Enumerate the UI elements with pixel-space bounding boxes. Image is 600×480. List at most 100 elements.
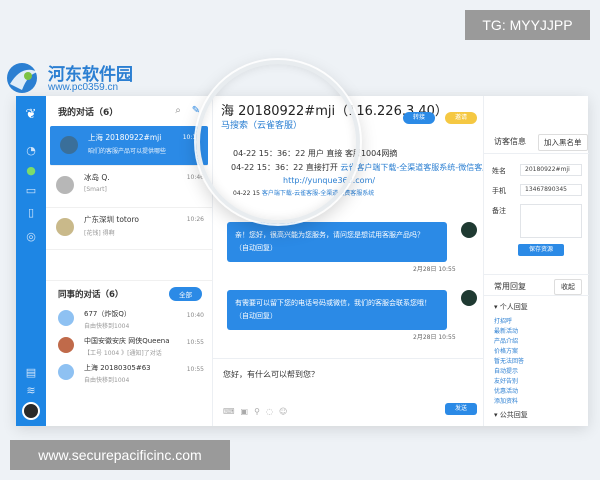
wechat-icon[interactable]: ● — [24, 164, 38, 178]
emoji-icon[interactable]: ☺ — [279, 407, 293, 416]
blacklist-button[interactable]: 加入黑名单 — [538, 134, 588, 151]
quick-reply-item[interactable]: 友好告别 — [494, 376, 518, 385]
colleague-conversations-title: 同事的对话（6） — [58, 289, 124, 300]
message-composer[interactable]: 您好，有什么可以帮到您？ ⌨▣⚲◌☺ 发送 — [213, 358, 483, 426]
group-label: 公共回复 — [499, 411, 528, 419]
chat-icon[interactable]: ◔ — [24, 144, 38, 158]
system-line-time: 04-22 15 — [233, 190, 260, 197]
phone-field[interactable]: 13467890345 — [520, 184, 582, 196]
site-logo: 河东软件园 www.pc0359.cn — [4, 58, 154, 98]
system-line-text: 直接 客服1004网摘 — [326, 149, 398, 158]
send-button[interactable]: 发送 — [445, 403, 477, 415]
public-reply-group[interactable]: ▾ 公共回复 — [494, 410, 528, 420]
quick-reply-item[interactable]: 价格方案 — [494, 346, 518, 355]
colleague-conversation-item[interactable]: 中国安徽安庆 网侠Queena 【工号 1004 》[通知]了对话 10:55 — [46, 333, 212, 360]
system-line-link[interactable]: http:// — [283, 176, 308, 185]
save-button[interactable]: 保存资源 — [518, 244, 564, 256]
conversation-preview: 自由快移到1004 — [84, 377, 130, 384]
field-label: 手机 — [492, 187, 506, 195]
message-icon[interactable]: ▭ — [24, 184, 38, 198]
screenshot-page: TG: MYYJJPP 河东软件园 www.pc0359.cn ❦ ◔ ● ▭ … — [0, 0, 600, 480]
chat-history-icon[interactable]: ◌ — [266, 407, 279, 416]
conversation-item[interactable]: 冰岛 Q. [Smart] 10:46 — [46, 166, 212, 208]
layers-icon[interactable]: ≋ — [24, 384, 38, 398]
group-label: 个人回复 — [499, 303, 528, 311]
agent-avatar — [461, 222, 477, 238]
watermark-top: TG: MYYJJPP — [465, 10, 590, 40]
system-line: http://yunque360.com/ — [283, 176, 375, 185]
user-avatar[interactable] — [22, 402, 40, 420]
avatar — [58, 364, 74, 380]
field-label: 姓名 — [492, 167, 506, 175]
conversation-time: 10:55 — [186, 366, 204, 373]
compass-icon[interactable]: ◎ — [24, 230, 38, 244]
mobile-icon[interactable]: ▯ — [24, 206, 38, 220]
system-line: 04-22 15 客户端下载-云雀客服-全渠道免费客服系统 — [233, 188, 374, 197]
conversation-preview: 【工号 1004 》[通知]了对话 — [84, 350, 162, 357]
quick-reply-header: 常用回复 收起 — [484, 274, 589, 296]
conversation-time: 10:11 — [182, 134, 200, 141]
visitor-header: 访客信息 加入黑名单 — [484, 130, 589, 154]
quick-reply-item[interactable]: 添加资料 — [494, 396, 518, 405]
note-field[interactable] — [520, 204, 582, 238]
attachment-icon[interactable]: ⚲ — [254, 407, 266, 416]
avatar — [56, 218, 74, 236]
composer-toolbar: ⌨▣⚲◌☺ — [223, 407, 293, 416]
message-time: 2月28日 10:55 — [413, 334, 456, 341]
avatar — [56, 176, 74, 194]
agent-avatar — [461, 290, 477, 306]
message-bubble: 亲！您好，很高兴能为您服务，请问您是想试用客服产品吗？ （自动回复） — [227, 222, 447, 262]
edit-icon[interactable]: ✎ — [190, 105, 202, 117]
conversation-preview: [Smart] — [84, 186, 107, 193]
message-time: 2月28日 10:55 — [413, 266, 456, 273]
logo-icon — [7, 63, 38, 93]
conversation-preview: [花钱] 得啊 — [84, 230, 115, 237]
invite-button[interactable]: 邀请 — [445, 112, 477, 124]
conversation-preview: 自由快移到1004 — [84, 323, 130, 330]
auto-reply-tag: （自动回复） — [235, 244, 277, 252]
chat-panel: 海 20180922#mji（116.226.3.40） 马搜索（云雀客服） 转… — [213, 96, 517, 426]
avatar — [58, 310, 74, 326]
colleague-conversation-item[interactable]: 677（炸饭Q） 自由快移到1004 10:40 — [46, 306, 212, 333]
conversation-item[interactable]: 上海 20180922#mji 咱们的客服产品可以提供哪些 10:11 — [50, 126, 208, 166]
transfer-button[interactable]: 转接 — [403, 112, 435, 124]
search-icon[interactable]: ⌕ — [172, 105, 184, 117]
quick-reply-item[interactable]: 产品介绍 — [494, 336, 518, 345]
message-text: 亲！您好，很高兴能为您服务，请问您是想试用客服产品吗？ — [235, 231, 424, 239]
quick-reply-item[interactable]: 最新活动 — [494, 326, 518, 335]
quick-reply-item[interactable]: 暂无法回答 — [494, 356, 524, 365]
colleague-conversation-item[interactable]: 上海 20180305#63 自由快移到1004 10:55 — [46, 360, 212, 387]
avatar — [58, 337, 74, 353]
system-line: 04-22 15：36：22 用户 直接 客服1004网摘 — [233, 148, 397, 159]
visitor-panel: 访客信息 加入黑名单 姓名 20180922#mji 手机 1346789034… — [483, 96, 589, 426]
bird-logo-icon: ❦ — [25, 107, 37, 122]
auto-reply-tag: （自动回复） — [235, 312, 277, 320]
app-window: ❦ ◔ ● ▭ ▯ ◎ ▤ ≋ 我的对话（6） ⌕ ✎ 上海 20180922#… — [16, 96, 589, 426]
nav-rail: ❦ ◔ ● ▭ ▯ ◎ ▤ ≋ — [16, 96, 46, 426]
watermark-bottom: www.securepacificinc.com — [10, 440, 230, 470]
system-line-link[interactable]: yunque360.com/ — [308, 176, 376, 185]
system-line-time: 04-22 15：36：22 用户 — [233, 149, 324, 158]
message-input[interactable]: 您好，有什么可以帮到您？ — [223, 369, 319, 380]
message-bubble: 有需要可以留下您的电话号码或微信，我们的客服会联系您哦！ （自动回复） — [227, 290, 447, 330]
document-icon[interactable]: ▤ — [24, 366, 38, 380]
conversation-time: 10:40 — [186, 312, 204, 319]
show-all-button[interactable]: 全部 — [169, 286, 202, 301]
quick-reply-item[interactable]: 优惠活动 — [494, 386, 518, 395]
personal-reply-group[interactable]: ▾ 个人回复 — [494, 302, 528, 312]
collapse-button[interactable]: 收起 — [554, 279, 582, 295]
system-line-link[interactable]: 客户端下载-云雀客服-全渠道免费客服系统 — [262, 190, 374, 197]
chat-source[interactable]: 马搜索（云雀客服） — [221, 118, 302, 131]
conversation-item[interactable]: 广东深圳 totoro [花钱] 得啊 10:26 — [46, 208, 212, 250]
visitor-title: 访客信息 — [494, 137, 526, 146]
conversation-panel: 我的对话（6） ⌕ ✎ 上海 20180922#mji 咱们的客服产品可以提供哪… — [46, 96, 213, 426]
conversation-time: 10:46 — [186, 174, 204, 181]
quick-reply-item[interactable]: 打招呼 — [494, 316, 512, 325]
system-line: 04-22 15：36：22 直接打开 云雀客户端下载-全渠道客服系统-微信客服… — [231, 162, 517, 173]
image-icon[interactable]: ▣ — [241, 407, 255, 416]
my-conversations-title: 我的对话（6） — [58, 107, 119, 118]
name-field[interactable]: 20180922#mji — [520, 164, 582, 176]
keyboard-icon[interactable]: ⌨ — [223, 407, 241, 416]
field-label: 备注 — [492, 207, 506, 215]
quick-reply-item[interactable]: 自动提示 — [494, 366, 518, 375]
